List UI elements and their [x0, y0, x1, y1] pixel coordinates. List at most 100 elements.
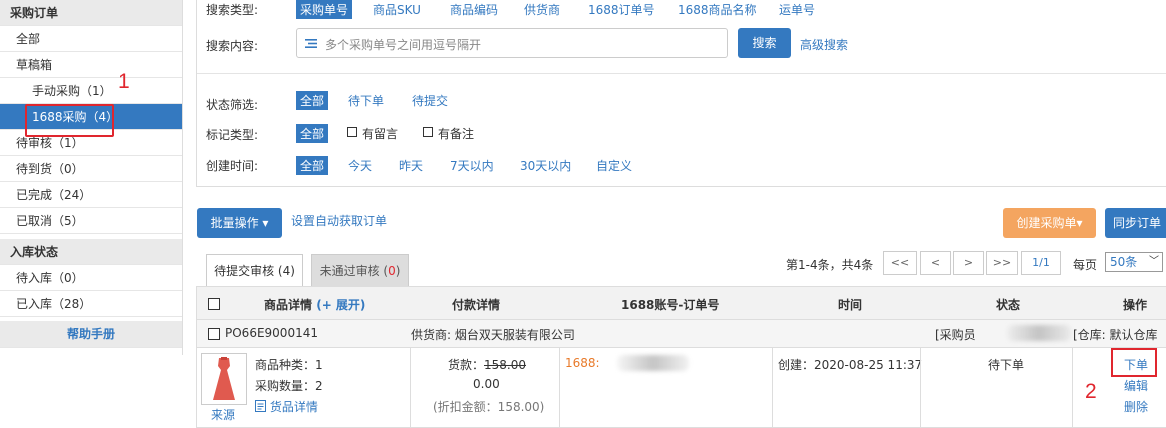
search-type-supplier[interactable]: 供货商: [524, 1, 560, 18]
created-option-yesterday[interactable]: 昨天: [399, 157, 423, 174]
create-purchase-order-button[interactable]: 创建采购单▾: [1003, 208, 1096, 238]
place-order-link[interactable]: 下单: [1124, 356, 1148, 373]
per-page-value: 50条: [1110, 255, 1138, 269]
sidebar-item-manual-purchase[interactable]: 手动采购（1）: [0, 78, 182, 104]
pager-next-button[interactable]: >: [953, 251, 984, 275]
col-divider: [920, 348, 921, 428]
mark-type-label: 标记类型:: [206, 128, 259, 142]
1688-account-label: 1688:: [565, 356, 600, 370]
search-type-1688-order[interactable]: 1688订单号: [588, 1, 655, 18]
per-page-select[interactable]: 50条 ﹀: [1105, 252, 1163, 272]
warehouse-label: [仓库: 默认仓库: [1073, 328, 1158, 342]
status-option-all[interactable]: 全部: [296, 91, 329, 110]
edit-link[interactable]: 编辑: [1124, 377, 1148, 394]
col-status: 状态: [996, 298, 1021, 312]
status-filter-label: 状态筛选:: [206, 98, 259, 112]
document-icon: [255, 400, 266, 412]
mark-option-all[interactable]: 全部: [296, 124, 329, 143]
redacted-account: [617, 355, 689, 371]
sidebar-header-purchase-orders: 采购订单: [0, 0, 182, 26]
redacted-buyer: [1007, 325, 1071, 341]
search-type-sku[interactable]: 商品SKU: [373, 1, 421, 18]
annotation-number-1: 1: [118, 70, 130, 93]
annotation-number-2: 2: [1085, 380, 1097, 403]
source-link[interactable]: 来源: [211, 406, 235, 423]
batch-operations-button[interactable]: 批量操作 ▾: [197, 208, 282, 238]
sidebar-item-cancelled[interactable]: 已取消（5）: [0, 208, 182, 234]
product-kinds: 商品种类：1: [255, 358, 323, 372]
sidebar: 采购订单 全部 草稿箱 手动采购（1） 1688采购（4） 待审核（1） 待到货…: [0, 0, 183, 355]
filter-divider: [197, 73, 1166, 74]
supplier-name: 供货商: 烟台双天服装有限公司: [411, 328, 575, 342]
status-option-to-submit[interactable]: 待提交: [412, 92, 448, 109]
pager-page-indicator: 1/1: [1021, 251, 1061, 275]
advanced-search-link[interactable]: 高级搜索: [800, 36, 848, 53]
table-header: 商品详情 (+ 展开) 付款详情 1688账号-订单号 时间 状态 操作: [196, 286, 1166, 320]
created-time-label: 创建时间:: [206, 159, 259, 173]
pager-prev-button[interactable]: <: [920, 251, 951, 275]
col-product-details: 商品详情 (+ 展开): [264, 296, 365, 313]
created-time: 创建：2020-08-25 11:37: [778, 358, 923, 372]
search-type-label: 搜索类型:: [206, 3, 259, 17]
sidebar-item-all[interactable]: 全部: [0, 26, 182, 52]
goods-detail-label: 货品详情: [269, 400, 318, 414]
sidebar-item-awaiting-stock-in[interactable]: 待入库（0）: [0, 265, 182, 291]
expand-all-link[interactable]: (+ 展开): [316, 298, 365, 312]
tab-rejected-label-suffix: ): [395, 264, 401, 278]
col-divider: [1072, 348, 1073, 428]
col-payment-details: 付款详情: [452, 298, 501, 312]
col-divider: [772, 348, 773, 428]
list-icon: [305, 39, 317, 48]
created-option-7-days[interactable]: 7天以内: [450, 157, 494, 174]
created-option-custom[interactable]: 自定义: [596, 157, 632, 174]
order-detail-row: 来源 商品种类：1 采购数量：2 货品详情 货款：158.00 0.00 (折扣…: [196, 348, 1166, 428]
tab-rejected-count: 0: [388, 264, 396, 278]
search-type-tracking-number[interactable]: 运单号: [779, 1, 815, 18]
product-thumbnail[interactable]: [201, 353, 247, 405]
tab-pending-submit-review[interactable]: 待提交审核 (4): [206, 254, 303, 286]
payment-goods-label: 货款：: [448, 358, 485, 372]
po-number: PO66E9000141: [225, 326, 318, 340]
search-content-label: 搜索内容:: [206, 39, 259, 53]
search-input[interactable]: 多个采购单号之间用逗号隔开: [296, 28, 728, 58]
has-message-checkbox[interactable]: [347, 127, 357, 137]
dress-image-icon: [213, 357, 235, 400]
search-type-1688-product-name[interactable]: 1688商品名称: [678, 1, 757, 18]
pager-first-button[interactable]: <<: [883, 251, 917, 275]
sidebar-item-drafts[interactable]: 草稿箱: [0, 52, 182, 78]
col-1688-account-order: 1688账号-订单号: [621, 298, 720, 312]
order-checkbox[interactable]: [208, 328, 220, 340]
pager-summary: 第1-4条，共4条: [786, 258, 874, 272]
goods-detail-link[interactable]: 货品详情: [255, 398, 318, 415]
status-option-to-order[interactable]: 待下单: [348, 92, 384, 109]
order-status: 待下单: [988, 358, 1025, 372]
col-divider: [559, 348, 560, 428]
purchase-quantity: 采购数量：2: [255, 379, 323, 393]
delete-link[interactable]: 删除: [1124, 398, 1148, 415]
created-option-all[interactable]: 全部: [296, 156, 329, 175]
search-type-po-number[interactable]: 采购单号: [296, 0, 353, 19]
has-note-checkbox[interactable]: [423, 127, 433, 137]
search-type-product-code[interactable]: 商品编码: [450, 1, 498, 18]
sidebar-item-stocked-in[interactable]: 已入库（28）: [0, 291, 182, 317]
search-placeholder: 多个采购单号之间用逗号隔开: [325, 38, 482, 52]
help-manual-link[interactable]: 帮助手册: [0, 321, 182, 348]
sync-orders-button[interactable]: 同步订单: [1105, 208, 1166, 238]
created-option-30-days[interactable]: 30天以内: [520, 157, 571, 174]
tab-rejected-label-prefix: 未通过审核 (: [319, 264, 389, 278]
created-option-today[interactable]: 今天: [348, 157, 372, 174]
sidebar-item-completed[interactable]: 已完成（24）: [0, 182, 182, 208]
payment-goods-value: 158.00: [484, 358, 527, 372]
sidebar-item-awaiting-arrival[interactable]: 待到货（0）: [0, 156, 182, 182]
pager-last-button[interactable]: >>: [986, 251, 1018, 275]
col-time: 时间: [838, 298, 863, 312]
search-button[interactable]: 搜索: [738, 28, 791, 58]
sidebar-header-stock-status: 入库状态: [0, 239, 182, 265]
tab-rejected-review[interactable]: 未通过审核 (0): [311, 254, 409, 286]
col-actions: 操作: [1123, 298, 1148, 312]
order-header-row: PO66E9000141 供货商: 烟台双天服装有限公司 [采购员 [仓库: 默…: [196, 320, 1166, 348]
select-all-checkbox[interactable]: [208, 298, 220, 310]
payment-discount: (折扣金额：158.00): [433, 400, 545, 414]
auto-fetch-orders-link[interactable]: 设置自动获取订单: [291, 212, 387, 229]
col-product-details-label: 商品详情: [264, 298, 313, 312]
